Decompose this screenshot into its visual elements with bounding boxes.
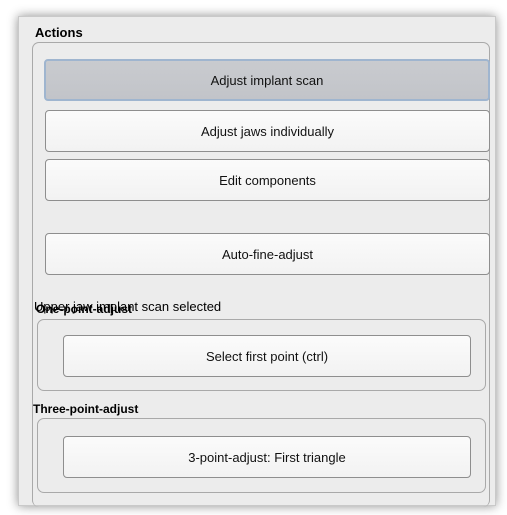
actions-title: Actions xyxy=(35,25,83,40)
three-point-adjust-title: Three-point-adjust xyxy=(33,402,139,416)
select-first-point-button[interactable]: Select first point (ctrl) xyxy=(63,335,471,377)
auto-fine-adjust-button[interactable]: Auto-fine-adjust xyxy=(45,233,490,275)
three-point-adjust-first-triangle-button[interactable]: 3-point-adjust: First triangle xyxy=(63,436,471,478)
adjust-implant-scan-button[interactable]: Adjust implant scan xyxy=(44,59,490,101)
adjust-jaws-individually-button[interactable]: Adjust jaws individually xyxy=(45,110,490,152)
one-point-adjust-title: One-point-adjust xyxy=(36,302,132,316)
edit-components-button[interactable]: Edit components xyxy=(45,159,490,201)
actions-panel-window: Actions Adjust implant scan Adjust jaws … xyxy=(18,16,496,507)
